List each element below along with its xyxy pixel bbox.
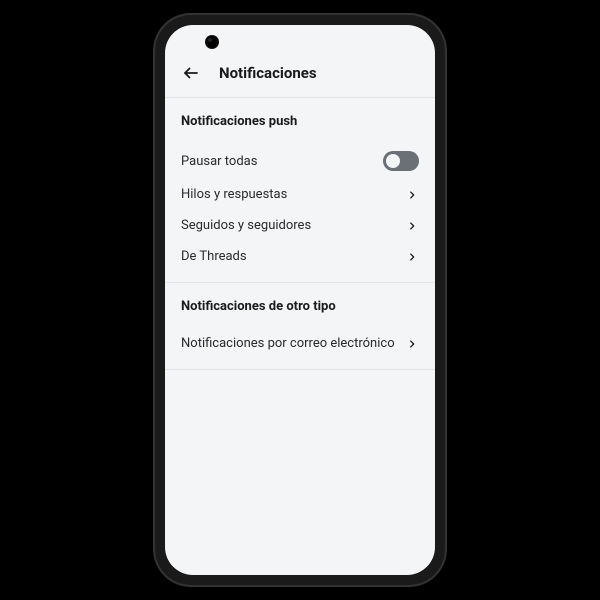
chevron-right-icon: [405, 219, 419, 233]
other-section-title: Notificaciones de otro tipo: [181, 299, 419, 314]
front-camera: [205, 35, 219, 49]
push-section: Notificaciones push Pausar todas Hilos y…: [165, 98, 435, 283]
page-title: Notificaciones: [219, 64, 317, 82]
arrow-left-icon: [182, 64, 200, 82]
threads-replies-label: Hilos y respuestas: [181, 187, 287, 202]
screen: Notificaciones Notificaciones push Pausa…: [165, 25, 435, 575]
email-notifications-label: Notificaciones por correo electrónico: [181, 336, 395, 351]
pause-all-label: Pausar todas: [181, 154, 257, 169]
pause-all-row[interactable]: Pausar todas: [181, 143, 419, 179]
chevron-right-icon: [405, 337, 419, 351]
following-followers-label: Seguidos y seguidores: [181, 218, 311, 233]
back-button[interactable]: [181, 63, 201, 83]
header-bar: Notificaciones: [165, 25, 435, 98]
other-section: Notificaciones de otro tipo Notificacion…: [165, 283, 435, 370]
from-threads-row[interactable]: De Threads: [181, 241, 419, 272]
pause-all-toggle[interactable]: [383, 151, 419, 171]
email-notifications-row[interactable]: Notificaciones por correo electrónico: [181, 328, 419, 359]
push-section-title: Notificaciones push: [181, 114, 419, 129]
chevron-right-icon: [405, 188, 419, 202]
threads-replies-row[interactable]: Hilos y respuestas: [181, 179, 419, 210]
chevron-right-icon: [405, 250, 419, 264]
phone-frame: Notificaciones Notificaciones push Pausa…: [155, 15, 445, 585]
from-threads-label: De Threads: [181, 249, 247, 264]
following-followers-row[interactable]: Seguidos y seguidores: [181, 210, 419, 241]
